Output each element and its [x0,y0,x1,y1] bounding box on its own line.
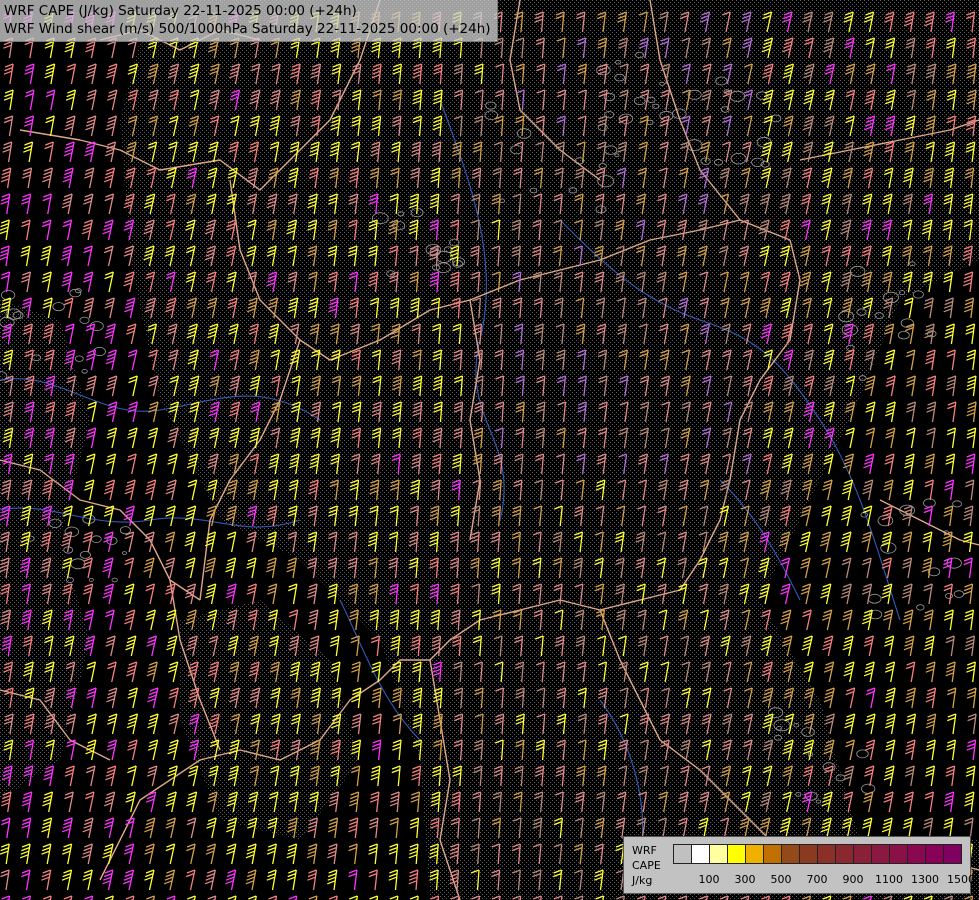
weather-map: WRF CAPE (J/kg) Saturday 22-11-2025 00:0… [0,0,979,900]
wind-shear-map [0,0,979,900]
